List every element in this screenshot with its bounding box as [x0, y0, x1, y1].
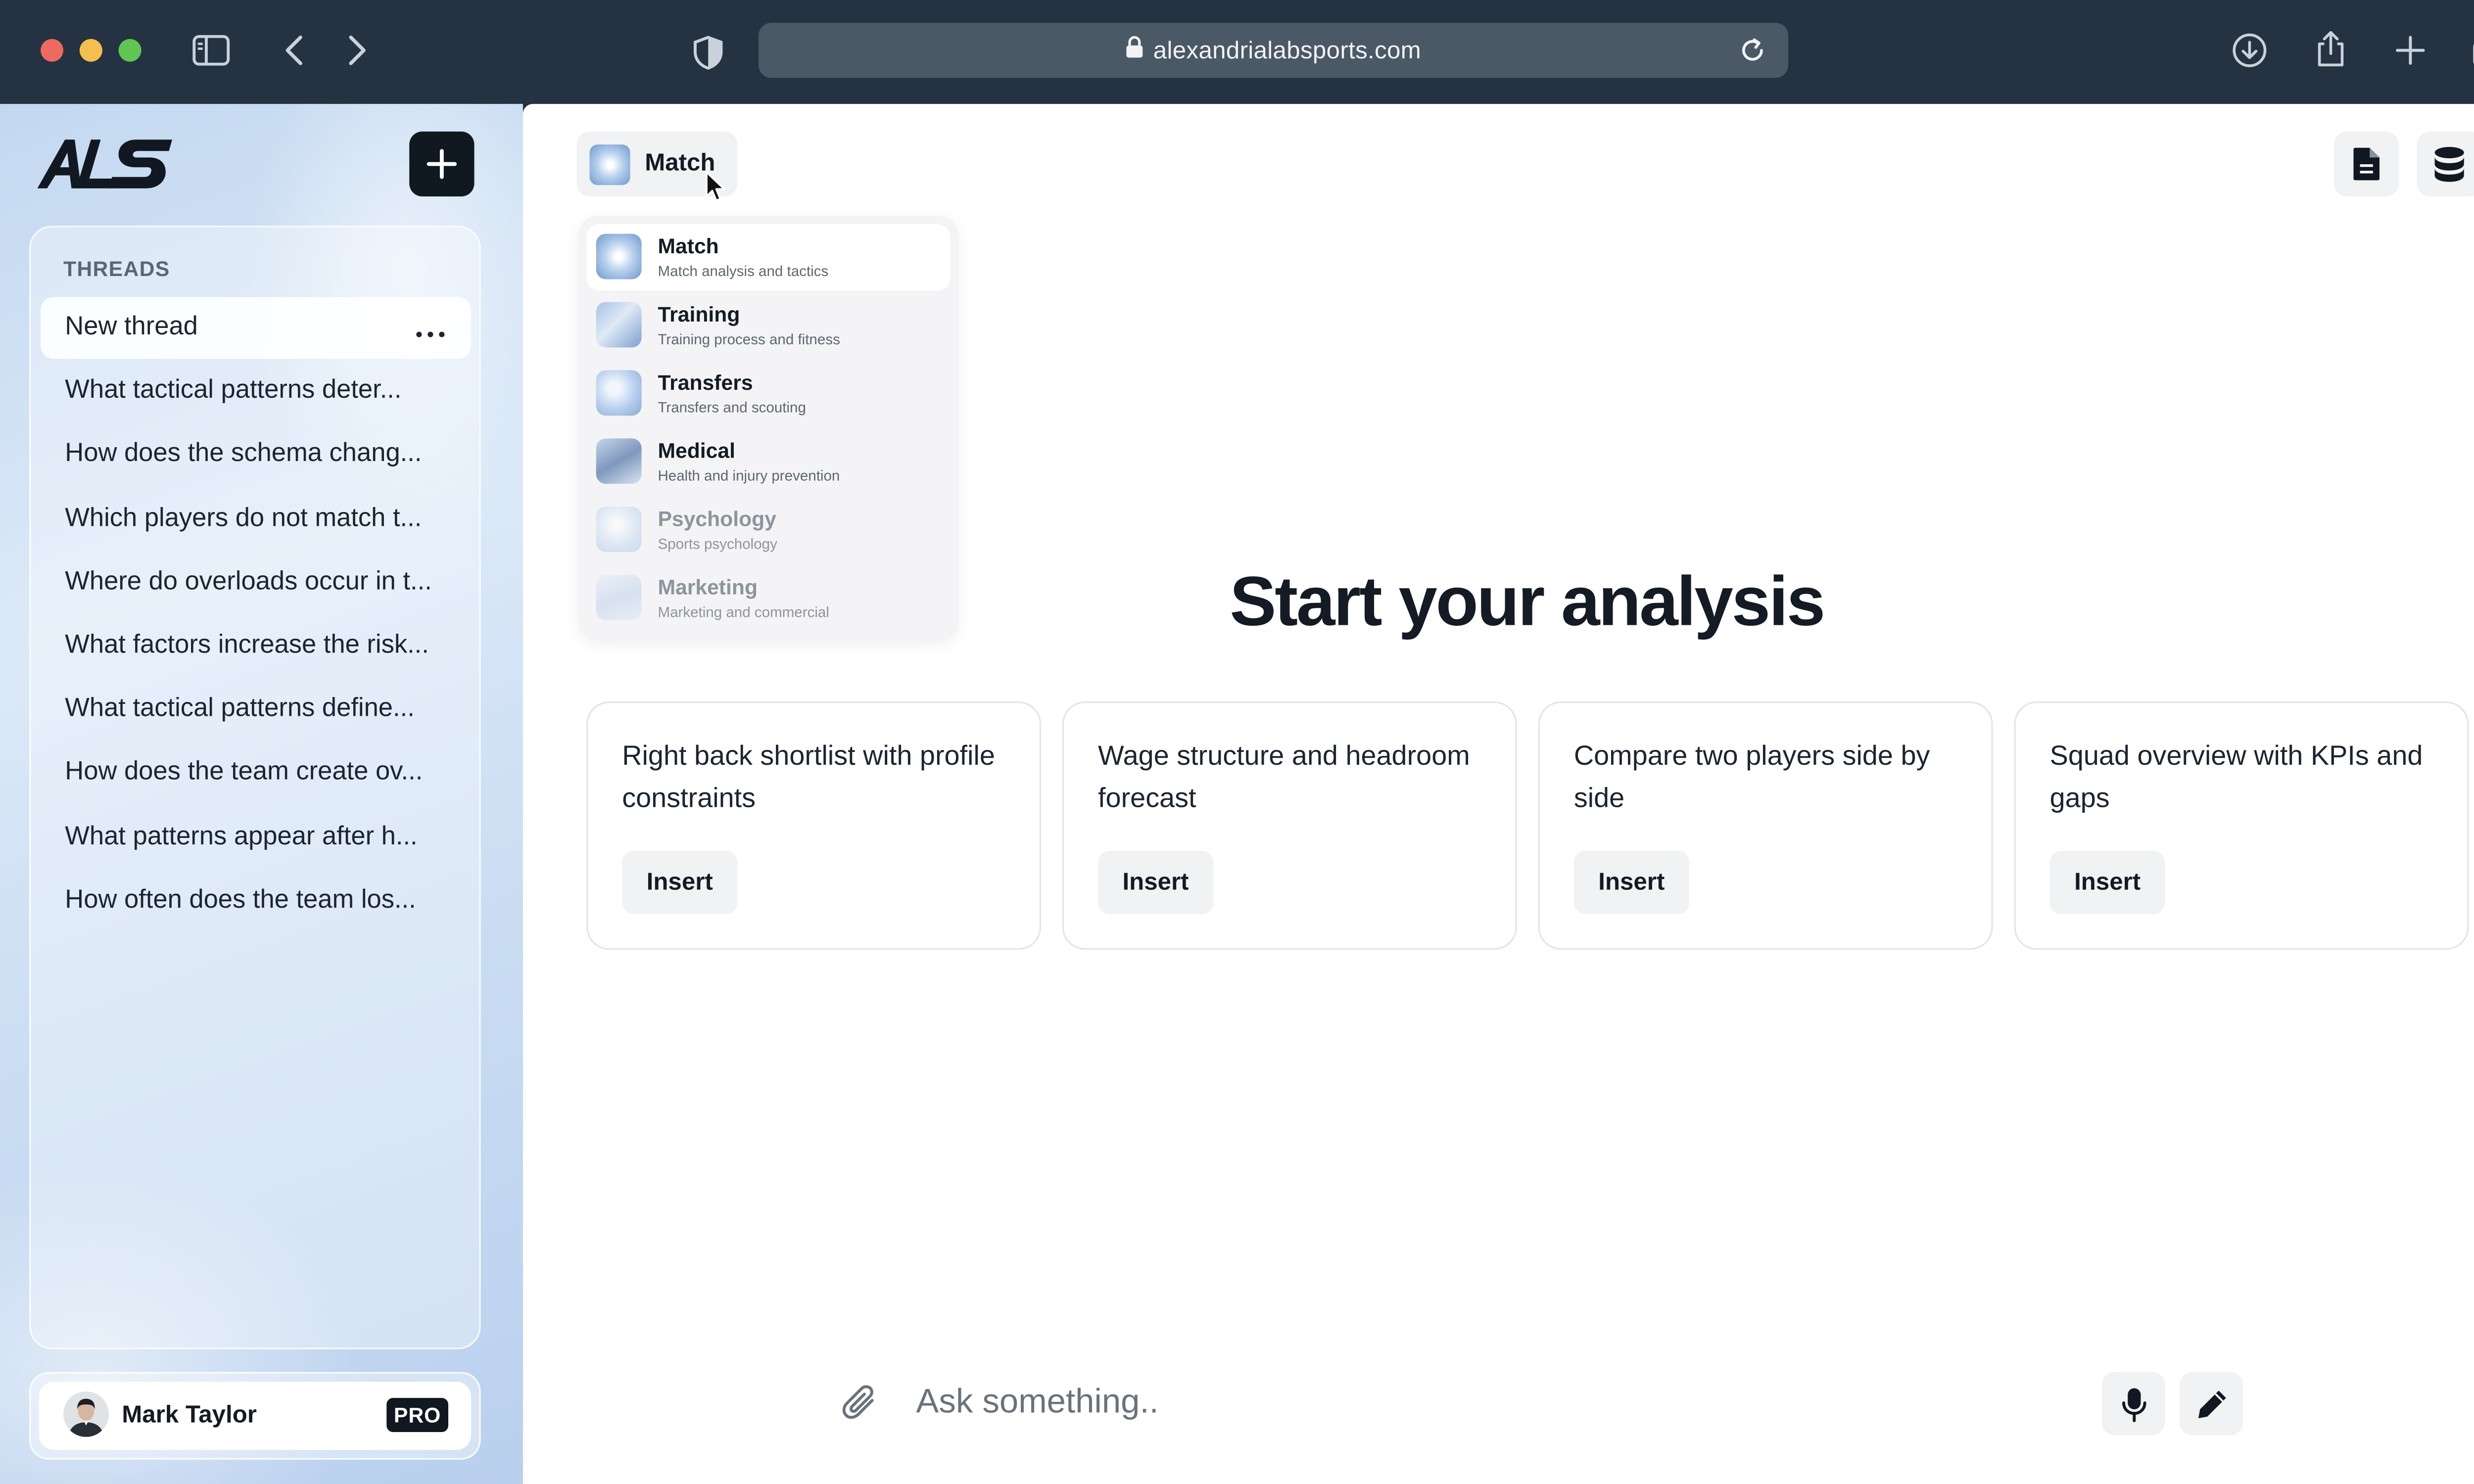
dropdown-item-subtitle: Match analysis and tactics — [658, 263, 829, 279]
database-icon — [2434, 147, 2464, 182]
main-content: Match Match Match analysis and tactics Tra… — [523, 104, 2474, 1484]
document-button[interactable] — [2334, 131, 2399, 197]
share-icon[interactable] — [2311, 28, 2350, 70]
dropdown-item-title: Psychology — [658, 507, 776, 531]
match-thumbnail — [589, 144, 630, 186]
dropdown-item-thumbnail — [596, 302, 642, 348]
thread-item-label: How often does the team los... — [65, 886, 416, 914]
suggestion-card[interactable]: Squad overview with KPIs and gaps Insert — [2014, 701, 2469, 950]
tab-overview-icon[interactable] — [2471, 31, 2474, 70]
thread-item-label: Where do overloads occur in t... — [65, 568, 432, 596]
suggestion-card[interactable]: Right back shortlist with profile constr… — [586, 701, 1042, 950]
dropdown-item-title: Medical — [658, 438, 735, 463]
dropdown-item-medical[interactable]: Medical Health and injury prevention — [586, 429, 950, 496]
forward-arrow-icon[interactable] — [343, 31, 372, 70]
back-arrow-icon[interactable] — [280, 31, 309, 70]
dropdown-item-thumbnail — [596, 438, 642, 484]
zoom-window-button[interactable] — [118, 39, 142, 62]
insert-button[interactable]: Insert — [2049, 850, 2165, 914]
dropdown-item-thumbnail — [596, 233, 642, 279]
pencil-icon — [2197, 1390, 2226, 1418]
insert-button[interactable]: Insert — [1098, 850, 1214, 914]
reload-icon[interactable] — [1740, 37, 1766, 71]
thread-item-label: What factors increase the risk... — [65, 631, 429, 659]
thread-item[interactable]: How does the team create ov... — [41, 742, 471, 804]
thread-item-label: Which players do not match t... — [65, 504, 422, 532]
dropdown-item-subtitle: Health and injury prevention — [658, 467, 840, 484]
dropdown-item-title: Transfers — [658, 370, 753, 395]
download-icon[interactable] — [2230, 31, 2269, 70]
dropdown-item-thumbnail — [596, 370, 642, 416]
dropdown-item-title: Training — [658, 302, 740, 326]
dropdown-item-match[interactable]: Match Match analysis and tactics — [586, 224, 951, 291]
dropdown-item-subtitle: Sports psychology — [658, 536, 777, 552]
thread-item[interactable]: What tactical patterns define... — [41, 679, 471, 741]
thread-item[interactable]: What tactical patterns deter... — [41, 361, 471, 422]
new-thread-button[interactable] — [409, 131, 475, 197]
suggestion-card-text: Right back shortlist with profile constr… — [622, 740, 995, 814]
user-name: Mark Taylor — [122, 1401, 257, 1429]
thread-item[interactable]: How often does the team los... — [41, 870, 471, 932]
plus-icon — [427, 149, 457, 179]
dropdown-item-thumbnail — [596, 507, 642, 552]
lock-icon — [1126, 35, 1143, 66]
app-window: alexandrialabsports.com THREADS New thre… — [0, 0, 2474, 1484]
minimize-window-button[interactable] — [79, 39, 102, 62]
composer — [832, 1364, 2245, 1442]
document-icon — [2353, 147, 2380, 181]
microphone-icon — [2121, 1387, 2145, 1422]
als-logo[interactable] — [36, 137, 175, 200]
insert-button[interactable]: Insert — [622, 850, 738, 914]
threads-heading: THREADS — [63, 256, 170, 281]
dropdown-item-subtitle: Transfers and scouting — [658, 399, 806, 416]
mouse-cursor-icon — [705, 171, 728, 211]
thread-item-label: What tactical patterns deter... — [65, 377, 402, 405]
suggestion-card[interactable]: Wage structure and headroom forecast Inse… — [1062, 701, 1517, 950]
dropdown-item-subtitle: Training process and fitness — [658, 331, 840, 348]
suggestion-card-text: Wage structure and headroom forecast — [1098, 740, 1470, 814]
thread-item-label: What patterns appear after h... — [65, 822, 418, 850]
avatar — [63, 1391, 109, 1437]
thread-item[interactable]: What factors increase the risk... — [41, 615, 471, 677]
ask-input[interactable] — [916, 1373, 2021, 1432]
thread-item[interactable]: How does the schema chang... — [41, 424, 471, 486]
dropdown-item-title: Match — [658, 233, 719, 258]
page-title: Start your analysis — [1230, 563, 1825, 642]
thread-item[interactable]: Which players do not match t... — [41, 488, 471, 550]
insert-button[interactable]: Insert — [1573, 850, 1689, 914]
user-card[interactable]: Mark Taylor PRO — [29, 1372, 481, 1460]
database-button[interactable] — [2417, 131, 2474, 197]
microphone-button[interactable] — [2101, 1372, 2165, 1436]
dropdown-item-transfers[interactable]: Transfers Transfers and scouting — [586, 361, 950, 427]
plan-badge: PRO — [386, 1398, 448, 1432]
suggestion-card-text: Squad overview with KPIs and gaps — [2049, 740, 2423, 814]
attach-icon[interactable] — [841, 1384, 877, 1431]
dropdown-item-training[interactable]: Training Training process and fitness — [586, 292, 950, 359]
more-options-icon[interactable] — [416, 317, 445, 346]
url-text: alexandrialabsports.com — [1153, 36, 1422, 64]
user-profile-button[interactable]: Mark Taylor PRO — [39, 1382, 471, 1450]
thread-item[interactable]: Where do overloads occur in t... — [41, 552, 471, 613]
suggestion-card[interactable]: Compare two players side by side Insert — [1538, 701, 1993, 950]
thread-item-label: How does the team create ov... — [65, 759, 423, 787]
shield-icon[interactable] — [690, 33, 726, 72]
browser-toolbar: alexandrialabsports.com — [0, 0, 2474, 104]
suggestion-card-text: Compare two players side by side — [1573, 740, 1930, 814]
address-bar[interactable]: alexandrialabsports.com — [758, 22, 1789, 78]
threads-panel: THREADS New thread What tactical patterns… — [29, 226, 481, 1349]
close-window-button[interactable] — [41, 39, 64, 62]
sidebar-toggle-icon[interactable] — [190, 31, 232, 70]
dropdown-item-psychology[interactable]: Psychology Sports psychology — [586, 497, 950, 563]
thread-item[interactable]: What patterns appear after h... — [41, 806, 471, 868]
thread-item-active[interactable]: New thread — [41, 297, 471, 359]
sidebar: THREADS New thread What tactical patterns… — [0, 104, 523, 1484]
compose-button[interactable] — [2180, 1372, 2243, 1436]
thread-item-label: New thread — [65, 313, 198, 341]
new-tab-icon[interactable] — [2392, 33, 2428, 68]
thread-item-label: What tactical patterns define... — [65, 695, 415, 723]
thread-item-label: How does the schema chang... — [65, 440, 422, 468]
